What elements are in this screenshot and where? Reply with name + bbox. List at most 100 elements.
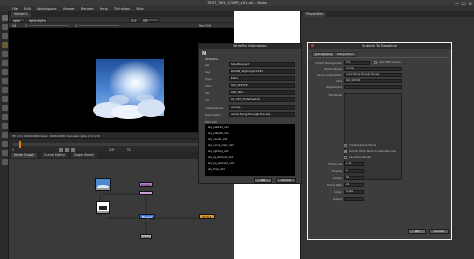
frame-rate-field[interactable]: 24 bbox=[344, 183, 364, 187]
list-item[interactable]: sky_plate02_v01 bbox=[208, 132, 229, 135]
channels-dropdown[interactable]: rgba bbox=[11, 18, 25, 23]
deadline-logo-icon bbox=[311, 44, 314, 47]
list-item[interactable]: sky_final_v04 bbox=[208, 168, 225, 171]
cancel-button[interactable]: Cancel bbox=[276, 178, 296, 183]
version-description-field[interactable]: comp flying through the sky bbox=[344, 73, 402, 77]
tab-divider bbox=[310, 57, 449, 58]
project-management-label: Project Management bbox=[315, 62, 342, 65]
furnace-tool-icon[interactable] bbox=[1, 141, 8, 147]
transform-tool-icon[interactable] bbox=[1, 87, 8, 93]
tab-dope-sheet[interactable]: Dope Sheet bbox=[71, 153, 97, 158]
channel-select-dropdown[interactable]: rgba.alpha bbox=[27, 18, 47, 23]
read-node-sky[interactable] bbox=[95, 178, 111, 191]
thumbnail-area[interactable] bbox=[344, 93, 402, 180]
seq-field[interactable]: DOWN_Skybright-2013 bbox=[229, 69, 295, 74]
image-tool-icon[interactable] bbox=[1, 15, 8, 21]
separate-jobs-checkbox[interactable] bbox=[344, 150, 347, 153]
tab-curve-editor[interactable]: Curve Editor bbox=[41, 153, 69, 158]
output-list[interactable]: sky_plate01_v01 sky_plate02_v01 sky_clou… bbox=[205, 124, 295, 176]
ok-button[interactable]: OK bbox=[254, 178, 272, 183]
output-field[interactable] bbox=[344, 197, 364, 201]
close-button[interactable]: ✕ bbox=[469, 1, 472, 6]
maximize-button[interactable]: ☐ bbox=[462, 1, 466, 6]
dialog-title: WriteFile Information bbox=[199, 44, 301, 49]
list-item[interactable]: sky_clouds_v02 bbox=[208, 138, 227, 141]
list-item[interactable]: sky_plate01_v01 bbox=[208, 126, 229, 129]
quality-field[interactable]: 50 bbox=[344, 176, 364, 180]
output-label: Output bbox=[332, 198, 342, 201]
color-tool-icon[interactable] bbox=[1, 51, 8, 57]
project-management-dropdown[interactable]: FTL bbox=[344, 61, 370, 65]
shot-field[interactable]: SKY_SHOT# bbox=[344, 79, 402, 83]
frame-rate-label: Frame Rate bbox=[327, 184, 342, 187]
menu-viewer[interactable]: Viewer bbox=[63, 7, 75, 11]
list-item[interactable]: sky_comp_main_v03 bbox=[208, 144, 234, 147]
src-label: Src bbox=[205, 98, 210, 102]
ver-field[interactable]: 001_001 bbox=[229, 90, 295, 95]
tab-properties[interactable]: Properties bbox=[303, 12, 327, 17]
section-heading: WriteFile bbox=[205, 57, 218, 61]
draw-tool-icon[interactable] bbox=[1, 24, 8, 30]
create-name-field[interactable]: vcomp bbox=[229, 105, 295, 110]
tab-node-graph[interactable]: Node Graph bbox=[11, 153, 38, 158]
threads-field[interactable]: 0 bbox=[344, 169, 364, 173]
department-label: Department bbox=[326, 86, 342, 89]
left-toolbar bbox=[0, 11, 9, 259]
cancel-button[interactable]: Cancel bbox=[429, 229, 449, 234]
menu-misc[interactable]: Misc bbox=[136, 7, 144, 11]
other-tool-icon[interactable] bbox=[1, 132, 8, 138]
plugin-tool-icon[interactable] bbox=[1, 150, 8, 156]
menu-render[interactable]: Render bbox=[81, 7, 94, 11]
views-tool-icon[interactable] bbox=[1, 105, 8, 111]
deadline-tool-icon[interactable] bbox=[1, 159, 8, 165]
thumbnail-label: Thumbnail bbox=[328, 94, 342, 97]
menu-workspace[interactable]: Workspace bbox=[37, 7, 57, 11]
zoom-dropdown[interactable]: 1:1 bbox=[129, 18, 139, 23]
menu-thinkbox[interactable]: Thinkbox bbox=[114, 7, 130, 11]
metadata-tool-icon[interactable] bbox=[1, 114, 8, 120]
shot-field[interactable]: SKY_SHOT# bbox=[229, 83, 295, 88]
shot-label: Shot bbox=[336, 80, 342, 83]
merge-tool-icon[interactable] bbox=[1, 78, 8, 84]
viewer-node[interactable]: Viewer1 bbox=[140, 234, 152, 239]
job-field[interactable]: SkyeBuoyant bbox=[229, 62, 295, 67]
type-field[interactable]: Elem bbox=[229, 76, 295, 81]
minimize-button[interactable]: — bbox=[455, 1, 459, 6]
list-item[interactable]: sky_bg_element_v02 bbox=[208, 162, 234, 165]
list-item[interactable]: sky_fg_element_v01 bbox=[208, 156, 233, 159]
description-field[interactable]: comp flying through the sky bbox=[229, 112, 295, 117]
toolsets-tool-icon[interactable] bbox=[1, 123, 8, 129]
src-field[interactable]: 01_SKY_FluteFeedv9 bbox=[229, 97, 295, 102]
ok-button[interactable]: OK bbox=[408, 229, 426, 234]
menu-help[interactable]: Help bbox=[100, 7, 108, 11]
3d-tool-icon[interactable] bbox=[1, 96, 8, 102]
submit-to-deadline-dialog: Submit To Deadline Job Options Integrati… bbox=[307, 42, 452, 240]
codec-field[interactable]: H.264 bbox=[344, 190, 364, 194]
department-field[interactable] bbox=[344, 85, 402, 89]
nuke-render-checkbox[interactable] bbox=[344, 156, 347, 159]
read-node-plate[interactable] bbox=[96, 201, 110, 214]
read-thumbnail-plate bbox=[97, 202, 109, 211]
menu-edit[interactable]: Edit bbox=[24, 7, 31, 11]
merge-node[interactable]: Merge1 bbox=[139, 214, 155, 219]
grade-node[interactable]: Grade1 bbox=[139, 182, 153, 187]
properties-tab-bar: Properties bbox=[301, 11, 474, 17]
keyer-tool-icon[interactable] bbox=[1, 69, 8, 75]
add-version-checkbox[interactable] bbox=[374, 61, 377, 64]
quality-label: Quality bbox=[332, 177, 342, 180]
frame-list-field[interactable]: 1-24 bbox=[344, 162, 364, 166]
menu-file[interactable]: File bbox=[12, 7, 18, 11]
create-movie-checkbox[interactable] bbox=[344, 144, 347, 147]
channel-tool-icon[interactable] bbox=[1, 42, 8, 48]
version-name-field[interactable]: vcomp bbox=[344, 67, 402, 71]
frame-list-label: Frame List bbox=[328, 163, 342, 166]
proxy-dropdown[interactable]: 2D bbox=[141, 18, 159, 23]
shuffle-node[interactable] bbox=[139, 191, 153, 195]
gain-slider[interactable] bbox=[29, 25, 69, 26]
write-node[interactable]: Write1 bbox=[199, 214, 215, 219]
list-item[interactable]: sky_lighting_v01 bbox=[208, 150, 229, 153]
filter-tool-icon[interactable] bbox=[1, 60, 8, 66]
gamma-slider[interactable] bbox=[79, 25, 119, 26]
time-tool-icon[interactable] bbox=[1, 33, 8, 39]
timeline-playhead[interactable] bbox=[19, 141, 21, 148]
